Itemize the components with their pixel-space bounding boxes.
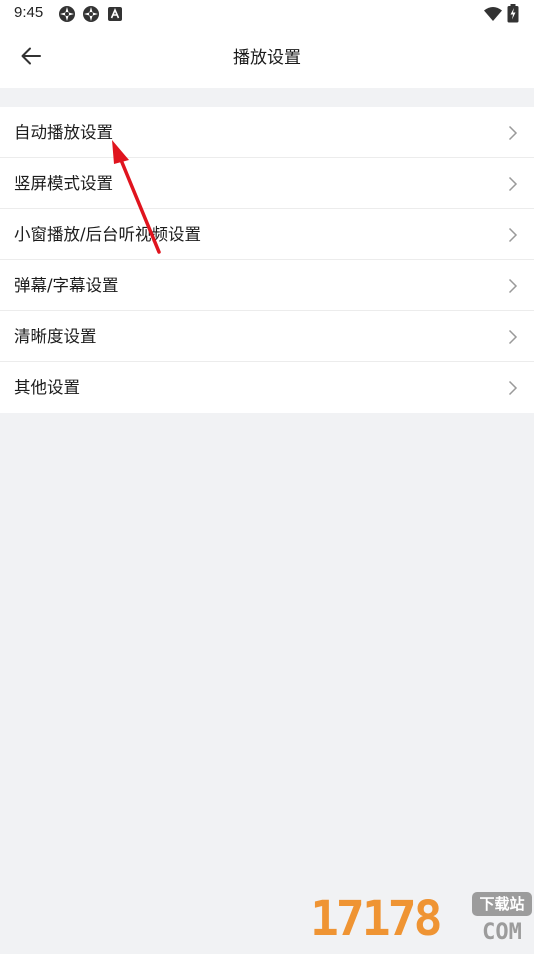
- status-time: 9:45: [14, 4, 44, 21]
- status-bar: 9:45: [0, 0, 534, 28]
- settings-item-danmaku-subtitles[interactable]: 弹幕/字幕设置: [0, 260, 534, 311]
- settings-item-label: 其他设置: [14, 378, 80, 397]
- watermark-logo: 17178 下载站 COM: [310, 888, 534, 950]
- settings-item-autoplay[interactable]: 自动播放设置: [0, 107, 534, 158]
- settings-item-mini-window[interactable]: 小窗播放/后台听视频设置: [0, 209, 534, 260]
- settings-item-label: 小窗播放/后台听视频设置: [14, 225, 202, 244]
- settings-item-portrait-mode[interactable]: 竖屏模式设置: [0, 158, 534, 209]
- chevron-right-icon: [508, 380, 518, 400]
- chevron-right-icon: [508, 278, 518, 298]
- chevron-right-icon: [508, 125, 518, 145]
- app-header: 播放设置: [0, 28, 534, 88]
- vpn-key-icon: [58, 5, 76, 27]
- watermark-number: 17178: [310, 891, 442, 947]
- back-button[interactable]: [10, 38, 52, 78]
- chevron-right-icon: [508, 329, 518, 349]
- settings-item-label: 弹幕/字幕设置: [14, 276, 119, 295]
- settings-list: 自动播放设置 竖屏模式设置 小窗播放/后台听视频设置 弹幕/字幕设置 清晰度设置…: [0, 107, 534, 413]
- settings-item-label: 清晰度设置: [14, 327, 97, 346]
- watermark-domain: COM: [482, 920, 522, 945]
- vpn-key-icon: [82, 5, 100, 27]
- chevron-right-icon: [508, 176, 518, 196]
- settings-item-label: 竖屏模式设置: [14, 174, 113, 193]
- settings-item-label: 自动播放设置: [14, 123, 113, 142]
- app-notification-icon: [108, 6, 122, 25]
- battery-charging-icon: [507, 4, 519, 27]
- arrow-left-icon: [20, 45, 42, 71]
- watermark-badge: 下载站: [479, 895, 525, 913]
- wifi-icon: [484, 6, 502, 25]
- chevron-right-icon: [508, 227, 518, 247]
- settings-item-other[interactable]: 其他设置: [0, 362, 534, 413]
- settings-item-resolution[interactable]: 清晰度设置: [0, 311, 534, 362]
- page-title: 播放设置: [233, 48, 301, 68]
